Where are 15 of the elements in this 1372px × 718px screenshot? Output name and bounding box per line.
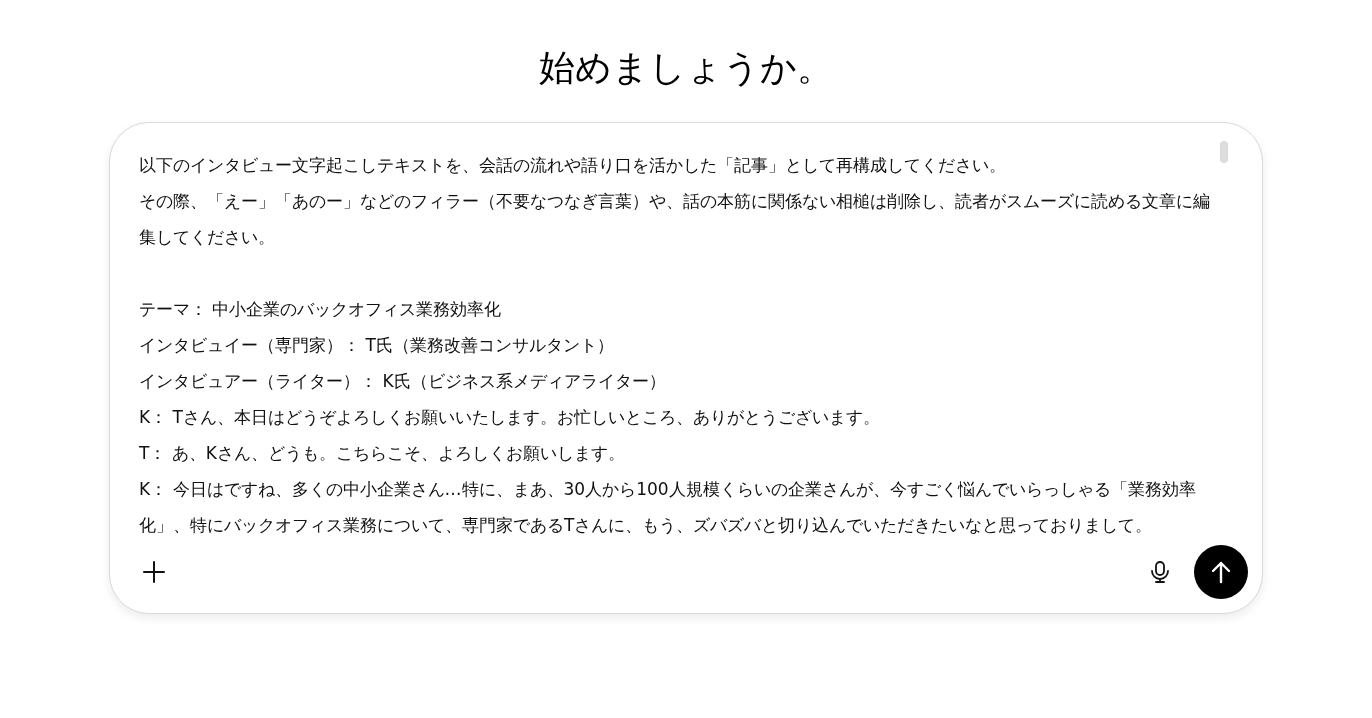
message-composer[interactable] — [109, 122, 1263, 614]
prompt-paragraph: T： あ、Kさん、どうも。こちらこそ、よろしくお願いします。 — [139, 442, 626, 465]
send-button[interactable] — [1194, 545, 1248, 599]
page-heading: 始めましょうか。 — [539, 46, 833, 90]
prompt-paragraph: インタビュアー（ライター）： K氏（ビジネス系メディアライター） — [139, 370, 667, 393]
prompt-paragraph: その際、「えー」「あのー」などのフィラー（不要なつなぎ言葉）や、話の本筋に関係ない相槌は削除し、読者がスムーズに読める文章に編集してください。 — [139, 190, 1211, 249]
plus-icon — [142, 560, 166, 584]
prompt-paragraph: K： 今日はですね、多くの中小企業さん…特に、まあ、30人から100人規模くらいの企業さんが、今すごく悩んでいらっしゃる「業務効率化」、特にバックオフィス業務について、専門家であるTさんに、もう、ズバズバと切り込んでいただきたいなと思っておりまして。 — [139, 478, 1197, 537]
prompt-paragraph: 以下のインタビュー文字起こしテキストを、会話の流れや語り口を活かした「記事」として再構成してください。 — [139, 154, 1007, 177]
arrow-up-icon — [1210, 560, 1232, 584]
prompt-paragraph: インタビュイー（専門家）： T氏（業務改善コンサルタント） — [139, 334, 615, 357]
prompt-paragraph: テーマ： 中小企業のバックオフィス業務効率化 — [139, 298, 503, 321]
scrollbar[interactable] — [1220, 141, 1228, 163]
microphone-icon — [1149, 560, 1171, 584]
prompt-paragraph: K： Tさん、本日はどうぞよろしくお願いいたします。お忙しいところ、ありがとうございます。 — [139, 406, 881, 429]
